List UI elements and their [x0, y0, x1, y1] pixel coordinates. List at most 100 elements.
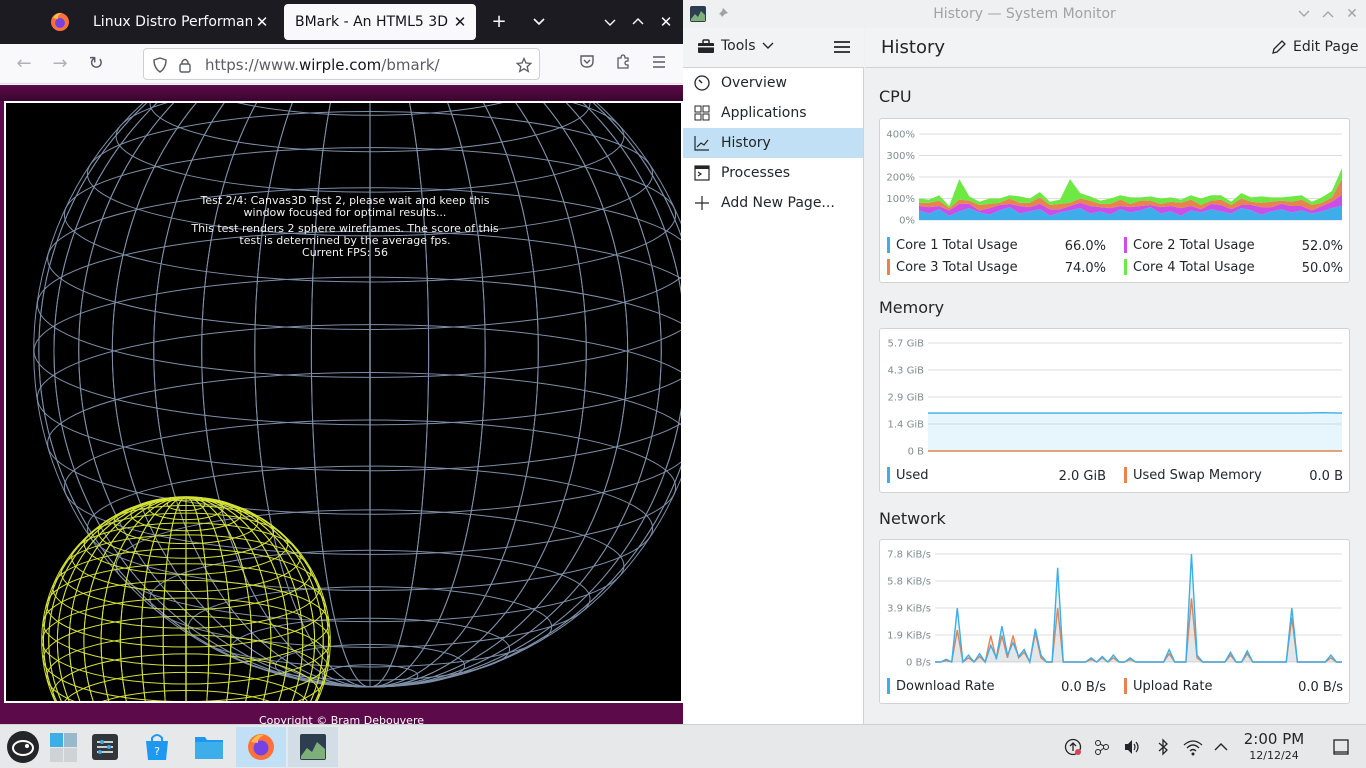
window-title: History — System Monitor [933, 6, 1116, 22]
page-title: History [881, 37, 946, 58]
system-monitor-window: History — System Monitor ✕ Tools Overvie… [683, 0, 1366, 724]
page-content: Test 2/4: Canvas3D Test 2, please wait a… [0, 85, 683, 724]
copyright-text: Copyright © Bram Debouvere [258, 714, 424, 724]
legend-value: 0.0 B/s [1298, 680, 1343, 695]
longitude-line [33, 103, 681, 688]
y-tick-label: 5.7 GiB [888, 339, 925, 350]
legend-value: 2.0 GiB [1058, 469, 1106, 484]
chevron-down-icon [762, 42, 773, 49]
discover-button[interactable]: ? [134, 727, 180, 767]
opensuse-icon [7, 731, 39, 763]
sidebar-item-processes[interactable]: Processes [683, 158, 863, 188]
legend-swap: Used Swap Memory [1124, 467, 1262, 483]
y-tick-label: 300% [886, 151, 915, 162]
sidebar-item-label: Applications [721, 105, 807, 121]
sphere-wireframes [33, 103, 681, 701]
y-tick-label: 3.9 KiB/s [887, 604, 931, 615]
url-text[interactable]: https://www.wirple.com/bmark/ [205, 56, 440, 74]
system-settings-button[interactable] [82, 727, 128, 767]
cpu-section-title: CPU [879, 87, 912, 106]
firefox-view-button[interactable] [46, 8, 74, 36]
legend-value: 0.0 B/s [1061, 680, 1106, 695]
folder-icon [195, 737, 223, 759]
chevron-up-icon [1322, 11, 1334, 18]
clock-date[interactable]: 12/12/24 [1238, 749, 1310, 762]
clock-time[interactable]: 2:00 PM [1238, 730, 1310, 748]
bmark-status-text: Test 2/4: Canvas3D Test 2, please wait a… [190, 195, 500, 259]
series-area [928, 412, 1342, 451]
puzzle-icon [617, 54, 629, 69]
speedometer-icon [693, 74, 711, 92]
hamburger-icon [653, 56, 665, 68]
chevron-down-icon [1298, 10, 1310, 17]
legend-value: 50.0% [1301, 261, 1343, 276]
lock-icon[interactable] [178, 57, 192, 73]
sidebar-item-applications[interactable]: Applications [683, 98, 863, 128]
show-desktop-icon[interactable] [1331, 737, 1351, 757]
tab-bmark[interactable]: BMark - An HTML5 3D Ber ✕ [284, 4, 476, 40]
app-menu-button[interactable] [647, 52, 671, 76]
pocket-icon [580, 55, 594, 68]
hamburger-icon[interactable] [833, 39, 851, 55]
chart-icon [693, 134, 711, 152]
sidebar-item-history[interactable]: History [683, 128, 863, 158]
firefox-icon [51, 12, 69, 31]
edit-page-button[interactable]: Edit Page [1271, 39, 1358, 55]
shield-icon[interactable] [152, 57, 168, 73]
extensions-button[interactable] [611, 52, 635, 76]
pager-button[interactable] [40, 727, 86, 767]
legend-swatch [1124, 259, 1127, 275]
maximize-button[interactable] [1318, 4, 1338, 24]
y-tick-label: 4.3 GiB [888, 366, 925, 377]
close-icon[interactable]: ✕ [252, 13, 272, 31]
pocket-button[interactable] [575, 52, 599, 76]
url-bar[interactable]: https://www.wirple.com/bmark/ [143, 48, 540, 80]
minimize-button[interactable] [1294, 4, 1314, 24]
tab-title: Linux Distro Performance [93, 14, 252, 30]
dolphin-button[interactable] [186, 727, 232, 767]
volume-icon[interactable] [1122, 737, 1142, 757]
status-line: window focused for optimal results... [243, 206, 447, 219]
sidebar-item-overview[interactable]: Overview [683, 68, 863, 98]
close-window-button[interactable]: ✕ [1342, 4, 1362, 24]
system-monitor-icon [300, 734, 326, 760]
y-tick-label: 100% [886, 194, 915, 205]
list-all-tabs-button[interactable] [527, 10, 551, 34]
maximize-button[interactable] [626, 10, 650, 34]
minimize-button[interactable] [598, 10, 622, 34]
firefox-icon [248, 734, 274, 760]
tray-expand-icon[interactable] [1211, 737, 1231, 757]
taskbar-system-monitor[interactable] [288, 727, 338, 767]
kdeconnect-icon[interactable] [1092, 737, 1112, 757]
toolbox-icon [698, 39, 714, 53]
forward-button[interactable]: → [48, 52, 72, 76]
memory-chart: 5.7 GiB 4.3 GiB 2.9 GiB 1.4 GiB 0 B [888, 339, 1343, 458]
back-button[interactable]: ← [12, 52, 36, 76]
bmark-canvas[interactable]: Test 2/4: Canvas3D Test 2, please wait a… [4, 101, 683, 703]
bluetooth-icon[interactable] [1153, 737, 1173, 757]
latitude-line [47, 372, 681, 515]
network-section-title: Network [879, 509, 946, 528]
star-icon[interactable] [516, 57, 532, 73]
reload-button[interactable]: ↻ [84, 52, 108, 76]
close-window-button[interactable]: ✕ [654, 10, 678, 34]
sidebar-item-add-page[interactable]: Add New Page... [683, 188, 863, 218]
sidebar-item-label: History [721, 135, 771, 151]
taskbar-firefox[interactable] [236, 727, 286, 767]
tools-menu-button[interactable]: Tools [697, 38, 774, 54]
wifi-icon[interactable] [1183, 737, 1203, 757]
legend-value: 0.0 B [1309, 469, 1343, 484]
y-tick-label: 400% [886, 130, 915, 141]
main-panel: History Edit Page CPU 400% 300% 200% 100% 0%… [865, 28, 1366, 724]
tab-linux-distro[interactable]: Linux Distro Performance ✕ [82, 4, 278, 40]
sidebar-item-label: Overview [721, 75, 787, 91]
legend-core1: Core 1 Total Usage [887, 237, 1018, 253]
legend-value: 74.0% [1064, 261, 1106, 276]
close-icon[interactable]: ✕ [450, 13, 470, 31]
svg-text:?: ? [154, 745, 160, 758]
firefox-window: Linux Distro Performance ✕ BMark - An HT… [0, 0, 683, 724]
legend-label: Core 3 Total Usage [896, 259, 1018, 275]
y-tick-label: 0% [899, 216, 915, 227]
new-tab-button[interactable]: + [487, 10, 511, 34]
update-notifier-icon[interactable] [1063, 737, 1083, 757]
